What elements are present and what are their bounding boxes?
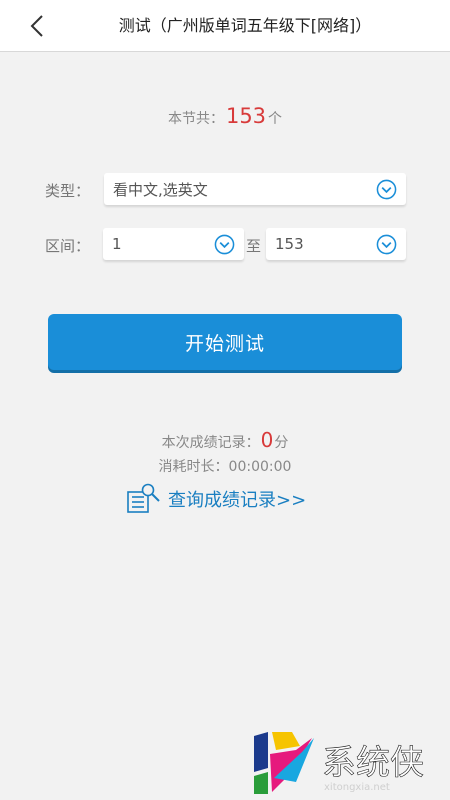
start-test-button[interactable]: 开始测试 [48, 314, 402, 370]
query-records-link[interactable]: 查询成绩记录>> [126, 482, 306, 516]
total-prefix: 本节共： [167, 111, 224, 127]
chevron-left-icon [30, 15, 43, 37]
type-label: 类型： [45, 182, 91, 200]
score-record-line: 本次成绩记录：0分 [0, 428, 450, 452]
range-to-select[interactable]: 153 [266, 228, 406, 260]
range-to-label: 至 [246, 237, 262, 255]
total-count-line: 本节共：153 个 [0, 104, 450, 128]
chevron-down-circle-icon [214, 234, 235, 255]
watermark-url: xitongxia.net [324, 782, 390, 793]
score-unit: 分 [274, 435, 289, 451]
watermark-logo: 系统侠 xitongxia.net [254, 732, 424, 794]
range-label: 区间： [45, 237, 91, 255]
chevron-down-circle-icon [376, 234, 397, 255]
page-title: 测试（广州版单词五年级下[网络]） [118, 16, 372, 35]
watermark-text: 系统侠 [322, 743, 424, 783]
range-from-select[interactable]: 1 [103, 228, 244, 260]
type-select[interactable]: 看中文,选英文 [104, 173, 406, 205]
search-list-icon [127, 483, 160, 513]
back-button[interactable] [22, 10, 52, 42]
time-value: 00:00:00 [228, 459, 292, 475]
type-select-value: 看中文,选英文 [113, 180, 208, 199]
time-label: 消耗时长： [158, 459, 229, 475]
query-records-label: 查询成绩记录>> [168, 490, 307, 511]
score-label: 本次成绩记录： [161, 435, 260, 451]
elapsed-time-line: 消耗时长：00:00:00 [0, 456, 450, 476]
score-value: 0 [260, 428, 274, 452]
chevron-down-circle-icon [376, 179, 397, 200]
total-suffix: 个 [268, 111, 283, 127]
total-count: 153 [225, 104, 267, 128]
top-bar: 测试（广州版单词五年级下[网络]） [0, 0, 450, 52]
